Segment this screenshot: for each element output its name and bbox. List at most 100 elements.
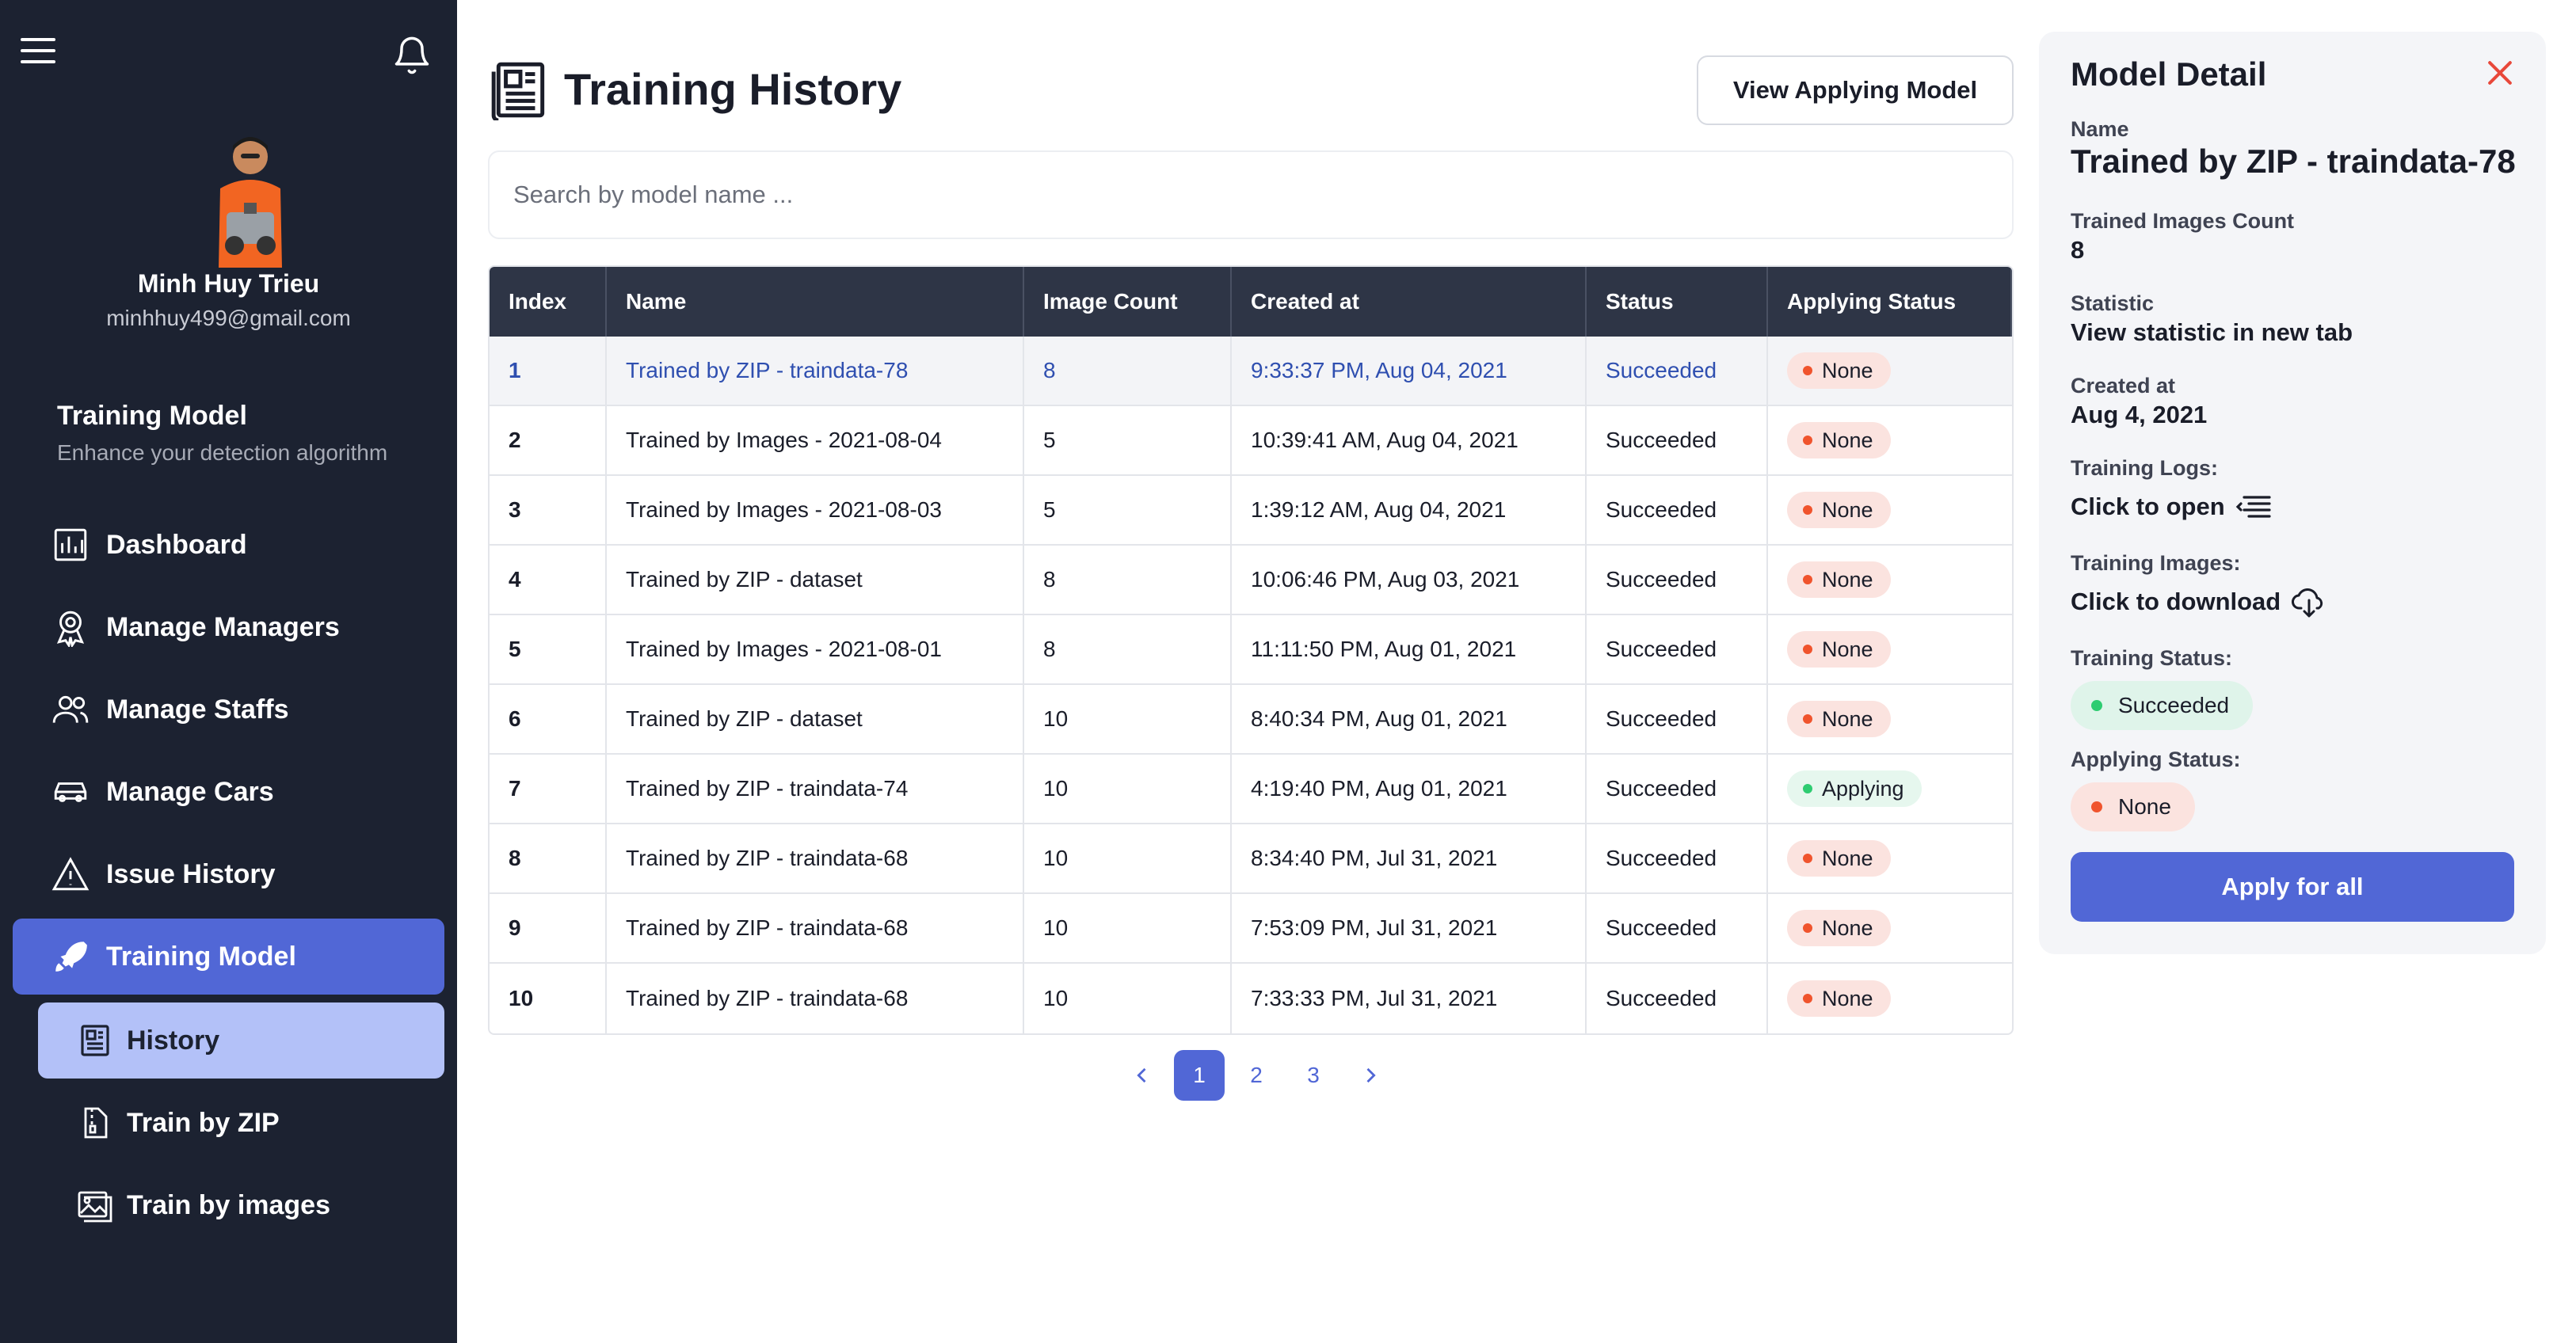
table-row[interactable]: 5 Trained by Images - 2021-08-01 8 11:11:50… [490,615,2012,685]
applying-status-badge: Applying [1787,770,1922,807]
cell-index: 7 [490,755,607,823]
menu-icon[interactable] [21,38,55,63]
cell-image-count: 10 [1024,755,1232,823]
table-row[interactable]: 8 Trained by ZIP - traindata-68 10 8:34:40 … [490,824,2012,894]
cell-created-at: 8:40:34 PM, Aug 01, 2021 [1232,685,1587,753]
cell-created-at: 10:06:46 PM, Aug 03, 2021 [1232,546,1587,614]
table-row[interactable]: 3 Trained by Images - 2021-08-03 5 1:39:12 … [490,476,2012,546]
status-dot [1803,645,1812,654]
subnav-history[interactable]: History [38,1002,444,1079]
status-dot [1803,714,1812,724]
download-images-text: Click to download [2071,588,2281,615]
page-button[interactable]: 2 [1231,1050,1282,1101]
table-row[interactable]: 10 Trained by ZIP - traindata-68 10 7:33:33… [490,964,2012,1033]
status-dot [1803,854,1812,863]
column-header[interactable]: Name [607,267,1024,337]
users-icon [52,695,89,723]
column-header[interactable]: Applying Status [1768,267,2012,337]
detail-applying-label: Applying Status: [2071,748,2241,771]
nav-manage-cars[interactable]: Manage Cars [13,754,444,830]
prev-page-button[interactable] [1117,1050,1168,1101]
table-row[interactable]: 2 Trained by Images - 2021-08-04 5 10:39:41… [490,406,2012,476]
nav-issue-history[interactable]: Issue History [13,836,444,912]
nav-manage-staffs[interactable]: Manage Staffs [13,672,444,748]
cell-image-count: 10 [1024,894,1232,962]
detail-status-label: Training Status: [2071,646,2233,670]
applying-status-badge: None [1787,561,1891,598]
cell-status: Succeeded [1587,406,1768,474]
cell-name: Trained by Images - 2021-08-03 [607,476,1024,544]
nav-label: Manage Staffs [106,694,289,725]
document-icon [81,1025,109,1056]
avatar [219,137,282,268]
cell-image-count: 10 [1024,685,1232,753]
nav-dashboard[interactable]: Dashboard [13,507,444,583]
open-logs-link[interactable]: Click to open [2071,491,2273,523]
cell-index: 8 [490,824,607,892]
images-icon [78,1191,112,1223]
subnav-train-by-images[interactable]: Train by images [38,1167,444,1243]
car-icon [54,782,87,802]
status-dot [2091,700,2102,711]
open-logs-text: Click to open [2071,493,2225,520]
column-header[interactable]: Status [1587,267,1768,337]
page-button[interactable]: 3 [1288,1050,1339,1101]
column-header[interactable]: Created at [1232,267,1587,337]
view-applying-model-button[interactable]: View Applying Model [1697,55,2014,125]
status-dot [1803,575,1812,584]
applying-status-text: None [1822,428,1873,452]
column-header[interactable]: Index [490,267,607,337]
cell-index: 2 [490,406,607,474]
cell-index: 3 [490,476,607,544]
table-row[interactable]: 1 Trained by ZIP - traindata-78 8 9:33:37 P… [490,337,2012,406]
nav-manage-managers[interactable]: Manage Managers [13,589,444,665]
nav-training-model[interactable]: Training Model [13,919,444,995]
detail-title: Model Detail [2071,55,2267,93]
page-button[interactable]: 1 [1174,1050,1225,1101]
view-statistic-link[interactable]: View statistic in new tab [2071,318,2353,347]
apply-for-all-button[interactable]: Apply for all [2071,852,2514,922]
table-row[interactable]: 6 Trained by ZIP - dataset 10 8:40:34 PM, A… [490,685,2012,755]
cell-status: Succeeded [1587,546,1768,614]
next-page-button[interactable] [1345,1050,1396,1101]
cell-created-at: 10:39:41 AM, Aug 04, 2021 [1232,406,1587,474]
cell-index: 4 [490,546,607,614]
subnav-train-by-zip[interactable]: Train by ZIP [38,1085,444,1161]
detail-count-value: 8 [2071,236,2085,264]
cell-name: Trained by ZIP - traindata-78 [607,337,1024,405]
applying-status-badge: None [1787,352,1891,389]
nav-label: Manage Cars [106,776,274,807]
table-row[interactable]: 9 Trained by ZIP - traindata-68 10 7:53:09 … [490,894,2012,964]
cell-image-count: 10 [1024,964,1232,1033]
table-body: 1 Trained by ZIP - traindata-78 8 9:33:37 P… [490,337,2012,1033]
table-row[interactable]: 7 Trained by ZIP - traindata-74 10 4:19:40 … [490,755,2012,824]
subnav-label: Train by images [127,1189,330,1220]
bell-icon[interactable] [391,35,433,76]
close-icon[interactable] [2483,55,2517,90]
applying-status-badge: None [1787,422,1891,458]
cell-status: Succeeded [1587,894,1768,962]
applying-status-text: None [1822,915,1873,940]
cell-applying-status: None [1768,476,2012,544]
applying-status-text: Applying [1822,776,1904,801]
training-status-text: Succeeded [2118,693,2230,717]
nav-label: Issue History [106,858,276,889]
table-row[interactable]: 4 Trained by ZIP - dataset 8 10:06:46 PM, A… [490,546,2012,615]
cell-name: Trained by ZIP - traindata-68 [607,964,1024,1033]
table-header: Index Name Image Count Created at Status… [490,267,2012,337]
cell-applying-status: None [1768,964,2012,1033]
column-header[interactable]: Image Count [1024,267,1232,337]
logs-icon [2235,496,2271,518]
detail-name-label: Name [2071,117,2129,141]
cell-created-at: 7:53:09 PM, Jul 31, 2021 [1232,894,1587,962]
applying-status-text: None [1822,706,1873,731]
cell-applying-status: Applying [1768,755,2012,823]
cell-applying-status: None [1768,615,2012,683]
training-status-badge: Succeeded [2071,681,2254,730]
applying-status-badge: None [1787,980,1891,1017]
download-images-link[interactable]: Click to download [2071,586,2328,618]
sidebar: Minh Huy Trieu minhhuy499@gmail.com Trai… [0,0,457,1343]
search-input[interactable] [488,150,2014,239]
status-dot [2091,801,2102,812]
applying-status-badge: None [1787,631,1891,668]
